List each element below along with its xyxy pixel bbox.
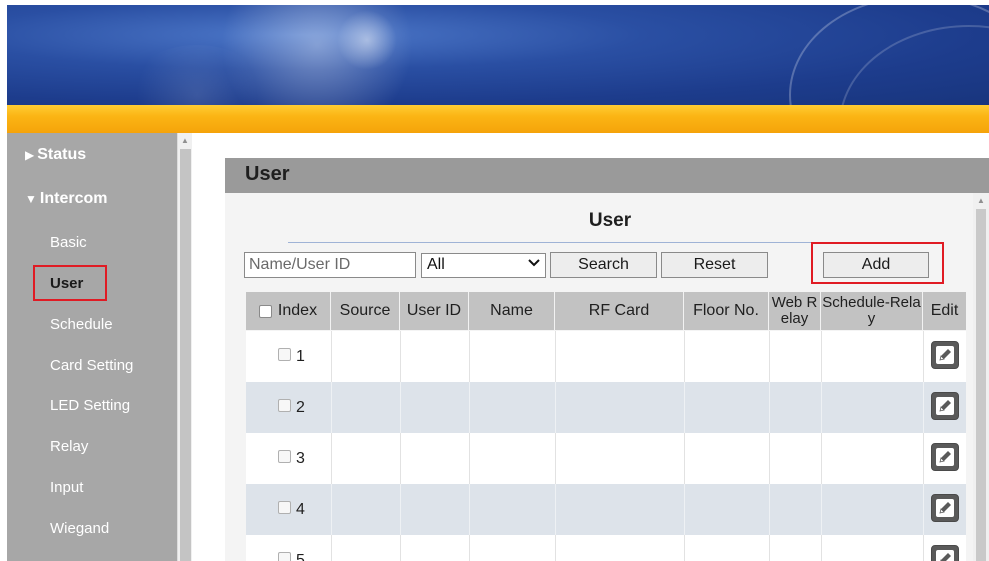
- column-rf-card: RF Card: [555, 292, 684, 330]
- row-index: 1: [296, 348, 305, 365]
- pencil-edit-icon[interactable]: [931, 545, 959, 561]
- table-row: 4: [246, 484, 966, 535]
- column-index: Index: [246, 292, 331, 330]
- row-index: 3: [296, 450, 305, 467]
- column-name: Name: [469, 292, 555, 330]
- sidebar-item-card-setting[interactable]: Card Setting: [50, 357, 133, 374]
- row-checkbox[interactable]: [278, 501, 291, 514]
- row-checkbox[interactable]: [278, 399, 291, 412]
- row-checkbox[interactable]: [278, 450, 291, 463]
- table-row: 2: [246, 382, 966, 433]
- sidebar-item-led-setting[interactable]: LED Setting: [50, 397, 130, 414]
- row-checkbox[interactable]: [278, 348, 291, 361]
- scroll-up-icon[interactable]: ▲: [181, 136, 189, 145]
- window-frame-left: [0, 0, 7, 561]
- search-input[interactable]: [244, 252, 416, 278]
- section-title: User: [588, 210, 632, 231]
- reset-button[interactable]: Reset: [661, 252, 768, 278]
- row-checkbox[interactable]: [278, 552, 291, 561]
- highlight-box-add: [811, 242, 944, 284]
- column-schedule-relay: Schedule-Rela y: [821, 292, 923, 330]
- sidebar-item-input[interactable]: Input: [50, 479, 83, 496]
- main-scrollbar[interactable]: ▲: [973, 193, 989, 561]
- sidebar-nav: ▶ Status ▼ Intercom Basic User Schedule Ca…: [7, 133, 177, 561]
- pencil-edit-icon[interactable]: [931, 443, 959, 471]
- header-accent-bar: [7, 105, 989, 133]
- row-index: 2: [296, 399, 305, 416]
- table-row: 5: [246, 535, 966, 561]
- scroll-up-icon[interactable]: ▲: [977, 196, 985, 205]
- sidebar-section-intercom[interactable]: ▼ Intercom: [25, 190, 107, 208]
- pencil-edit-icon[interactable]: [931, 392, 959, 420]
- triangle-right-icon: ▶: [25, 148, 35, 162]
- sidebar-item-wiegand[interactable]: Wiegand: [50, 520, 109, 537]
- highlight-box-user: [33, 265, 107, 301]
- chevron-down-icon: [528, 256, 540, 271]
- filter-select-value: All: [427, 256, 445, 273]
- filter-select[interactable]: All: [421, 253, 546, 278]
- sidebar-section-status[interactable]: ▶ Status: [25, 146, 86, 164]
- sidebar-item-relay[interactable]: Relay: [50, 438, 88, 455]
- table-row: 1: [246, 331, 966, 382]
- main-scroll-thumb[interactable]: [976, 209, 986, 561]
- column-web-relay: Web Relay: [769, 292, 821, 330]
- column-edit: Edit: [930, 302, 959, 319]
- sidebar-item-basic[interactable]: Basic: [50, 234, 87, 251]
- row-index: 4: [296, 501, 305, 518]
- row-index: 5: [296, 552, 305, 561]
- search-button[interactable]: Search: [550, 252, 657, 278]
- column-user-id: User ID: [400, 292, 469, 330]
- table-header: Index Source User ID Name RF Card Floor …: [246, 292, 966, 330]
- pencil-edit-icon[interactable]: [931, 494, 959, 522]
- column-floor-no: Floor No.: [684, 292, 769, 330]
- sidebar-scroll-thumb[interactable]: [180, 149, 191, 561]
- table-row: 3: [246, 433, 966, 484]
- sidebar-scrollbar[interactable]: ▲: [177, 133, 192, 561]
- sidebar-item-schedule[interactable]: Schedule: [50, 316, 113, 333]
- select-all-checkbox[interactable]: [258, 304, 272, 318]
- triangle-down-icon: ▼: [25, 192, 37, 206]
- header-banner: [7, 5, 989, 105]
- pencil-edit-icon[interactable]: [931, 341, 959, 369]
- panel-title: User: [225, 158, 989, 193]
- column-source: Source: [331, 292, 400, 330]
